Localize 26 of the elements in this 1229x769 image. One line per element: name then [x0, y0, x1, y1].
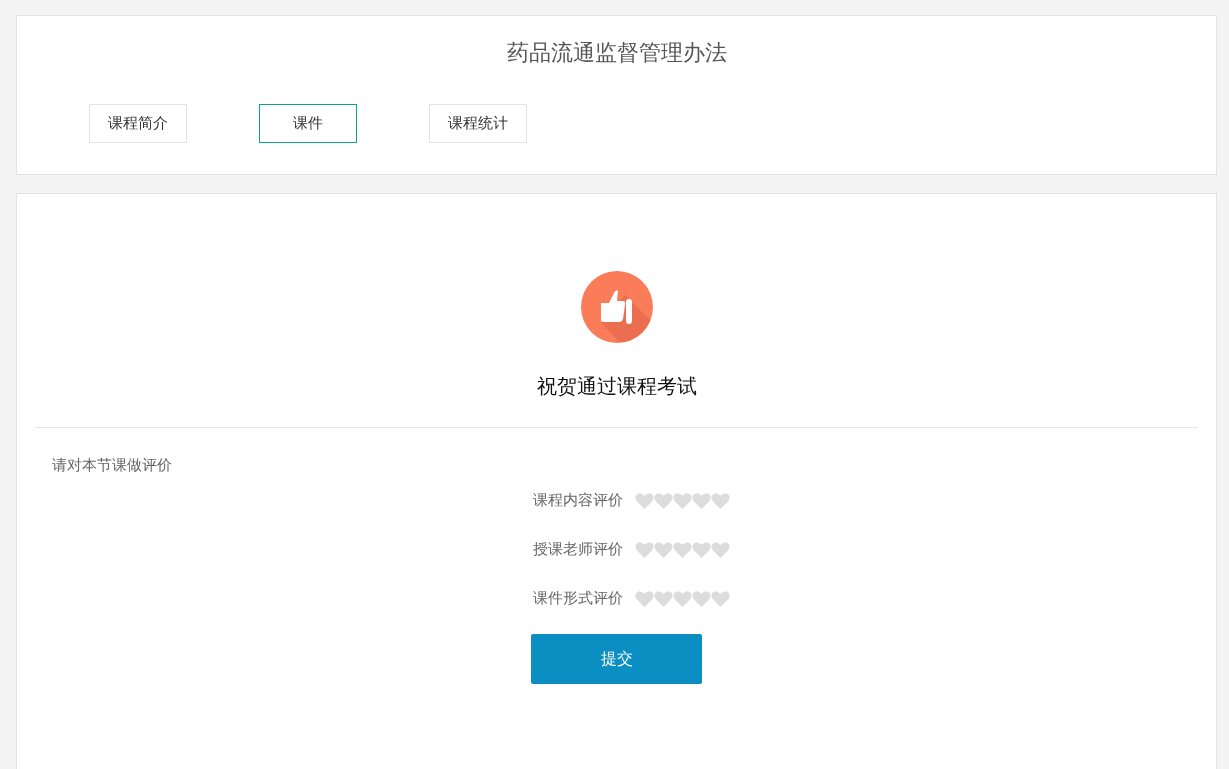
heart-icon[interactable]	[635, 492, 654, 509]
rating-prompt: 请对本节课做评价	[52, 456, 172, 475]
success-message: 祝贺通过课程考试	[536, 373, 697, 400]
heart-icon[interactable]	[711, 590, 730, 607]
heart-icon[interactable]	[692, 590, 711, 607]
heart-icon[interactable]	[635, 590, 654, 607]
heart-icon[interactable]	[692, 541, 711, 558]
tab[interactable]: 课程简介	[89, 104, 187, 143]
heart-icon[interactable]	[673, 541, 692, 558]
heart-icon[interactable]	[673, 492, 692, 509]
tab[interactable]: 课程统计	[429, 104, 527, 143]
heart-icon[interactable]	[711, 541, 730, 558]
heart-icon[interactable]	[654, 590, 673, 607]
heart-icon[interactable]	[654, 541, 673, 558]
course-title: 药品流通监督管理办法	[505, 39, 728, 67]
submit-button[interactable]: 提交	[531, 634, 702, 684]
rating-label: 课件形式评价	[533, 589, 623, 608]
heart-icon[interactable]	[711, 492, 730, 509]
heart-icon[interactable]	[654, 492, 673, 509]
tab[interactable]: 课件	[259, 104, 357, 143]
heart-icon[interactable]	[673, 590, 692, 607]
thumbs-up-icon	[580, 271, 653, 343]
rating-label: 授课老师评价	[533, 540, 623, 559]
rating-label: 课程内容评价	[533, 491, 623, 510]
heart-icon[interactable]	[692, 492, 711, 509]
heart-icon[interactable]	[635, 541, 654, 558]
